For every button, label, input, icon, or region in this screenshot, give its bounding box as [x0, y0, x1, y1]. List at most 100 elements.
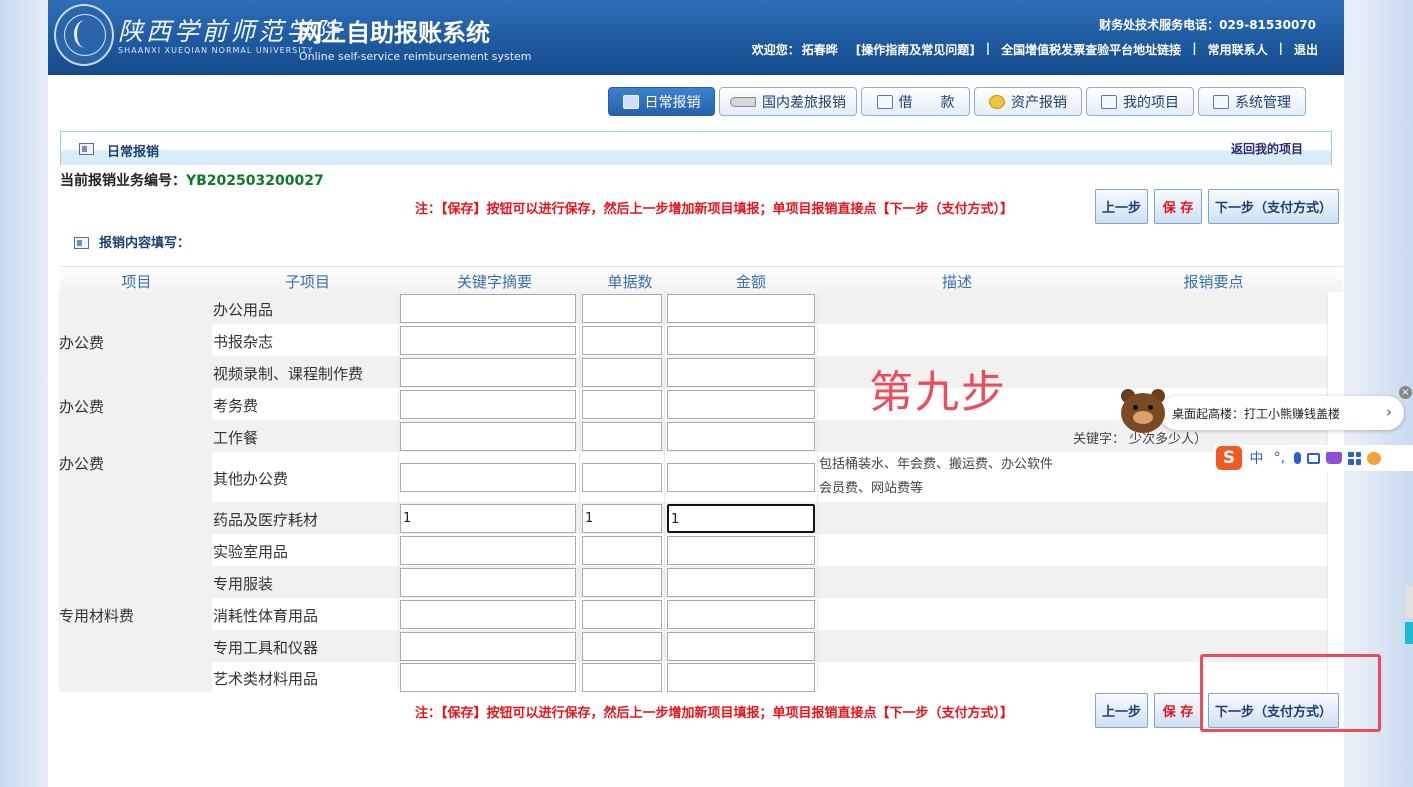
keyword-input[interactable] [400, 567, 576, 597]
ime-punctuation-toggle[interactable]: °, [1271, 450, 1288, 466]
count-input[interactable] [582, 631, 662, 661]
ad-banner[interactable]: 桌面起高楼：打工小熊赚钱盖楼 › [1160, 396, 1404, 430]
business-number-code: YB202503200027 [186, 173, 324, 189]
keyword-input[interactable] [400, 599, 576, 629]
count-input[interactable] [582, 389, 662, 419]
ime-language-toggle[interactable]: 中 [1248, 448, 1265, 468]
sub-item-label: 其他办公费 [213, 469, 289, 488]
keyword-input[interactable] [400, 325, 576, 355]
count-input[interactable] [582, 535, 662, 565]
user-bar: 欢迎您： 拓春晔 [操作指南及常见问题] | 全国增值税发票查验平台地址链接 |… [748, 41, 1322, 58]
column-header: 单据数 [607, 273, 653, 291]
close-icon[interactable]: × [1399, 386, 1412, 399]
category-cell: 办公费 [59, 292, 212, 388]
tab-asset-reimbursement[interactable]: 资产报销 [974, 87, 1082, 116]
prev-step-button[interactable]: 上一步 [1095, 693, 1148, 728]
amount-input[interactable] [667, 325, 815, 355]
emoji-icon[interactable] [1367, 451, 1381, 465]
keyboard-icon[interactable] [1307, 452, 1320, 464]
bear-mascot-icon [1117, 387, 1169, 441]
content-title-label: 报销内容填写： [99, 236, 191, 251]
ad-text: 桌面起高楼：打工小熊赚钱盖楼 [1172, 407, 1341, 421]
column-header: 描述 [941, 273, 972, 291]
content-title: 报销内容填写： [74, 232, 190, 251]
tab-system-management[interactable]: 系统管理 [1198, 87, 1306, 116]
keyword-input[interactable]: 1 [400, 503, 576, 533]
keyword-input[interactable] [400, 662, 576, 692]
amount-input[interactable] [667, 599, 815, 629]
logout-link[interactable]: 退出 [1294, 41, 1318, 58]
microphone-icon[interactable] [1294, 452, 1301, 464]
school-name-en: SHAANXI XUEQIAN NORMAL UNIVERSITY [118, 46, 314, 55]
amount-input[interactable] [667, 535, 815, 565]
category-cell: 办公费 [59, 388, 212, 420]
save-button[interactable]: 保 存 [1154, 189, 1202, 224]
category-label: 办公费 [59, 334, 105, 352]
sub-item-label: 专用工具和仪器 [213, 638, 319, 657]
sub-item-label: 考务费 [213, 396, 259, 415]
column-divider [1327, 292, 1328, 692]
toolbox-icon[interactable] [1348, 451, 1361, 465]
amount-input[interactable] [667, 293, 815, 323]
sub-item-label: 消耗性体育用品 [213, 606, 319, 625]
amount-input[interactable] [667, 462, 815, 492]
guide-link[interactable]: [操作指南及常见问题] [856, 41, 975, 58]
count-input[interactable] [582, 462, 662, 492]
tab-loan[interactable]: 借 款 [861, 87, 970, 116]
count-input[interactable] [582, 567, 662, 597]
scrollbar-thumb[interactable] [1405, 586, 1413, 644]
back-to-my-projects-link[interactable]: 返回我的项目 [1231, 140, 1303, 157]
count-input[interactable] [582, 662, 662, 692]
tab-label: 系统管理 [1235, 94, 1291, 111]
amount-input[interactable] [667, 567, 815, 597]
category-label: 办公费 [59, 455, 105, 473]
sogou-logo-icon[interactable]: S [1216, 446, 1242, 470]
user-name: 拓春晔 [801, 43, 838, 57]
column-header: 关键字摘要 [456, 273, 532, 291]
save-button[interactable]: 保 存 [1154, 693, 1202, 728]
list-icon [1101, 94, 1117, 109]
sub-item-label: 艺术类材料用品 [213, 669, 319, 688]
keyword-input[interactable] [400, 421, 576, 451]
keyword-input[interactable] [400, 389, 576, 419]
business-number: 当前报销业务编号：YB202503200027 [60, 170, 324, 190]
amount-input[interactable] [667, 631, 815, 661]
keyword-input[interactable] [400, 535, 576, 565]
hotline-text: 财务处技术服务电话：029-81530070 [1099, 18, 1316, 32]
save-note: 注：【保存】按钮可以进行保存，然后上一步增加新项目填报；单项目报销直接点【下一步… [415, 706, 1014, 721]
count-input[interactable] [582, 325, 662, 355]
tab-domestic-travel[interactable]: 国内差旅报销 [719, 87, 857, 116]
system-title: 网上自助报账系统 [298, 19, 490, 47]
next-step-button[interactable]: 下一步（支付方式） [1208, 189, 1339, 224]
amount-input[interactable] [667, 421, 815, 451]
amount-input[interactable] [667, 662, 815, 692]
count-input[interactable] [582, 357, 662, 387]
keyword-input[interactable] [400, 462, 576, 492]
loan-icon [876, 94, 893, 109]
invoice-check-link[interactable]: 全国增值税发票查验平台地址链接 [1001, 41, 1181, 58]
count-input[interactable] [582, 293, 662, 323]
sub-item-label: 药品及医疗耗材 [213, 510, 319, 529]
tab-daily-reimbursement[interactable]: 日常报销 [608, 87, 715, 116]
keyword-input[interactable] [400, 357, 576, 387]
amount-input[interactable] [667, 389, 815, 419]
keyword-input[interactable] [400, 293, 576, 323]
amount-input[interactable]: 1 [667, 503, 815, 533]
main-tabs: 日常报销 国内差旅报销 借 款 资产报销 我的项目 系统管理 [608, 87, 1306, 116]
skin-icon[interactable] [1326, 452, 1342, 464]
count-input[interactable] [582, 599, 662, 629]
chevron-right-icon[interactable]: › [1386, 403, 1392, 421]
keyword-input[interactable] [400, 631, 576, 661]
header-banner: 陕西学前师范学院 SHAANXI XUEQIAN NORMAL UNIVERSI… [48, 0, 1344, 75]
sub-item-label: 实验室用品 [213, 542, 289, 561]
count-input[interactable] [582, 421, 662, 451]
tab-my-projects[interactable]: 我的项目 [1086, 87, 1194, 116]
category-cell: 专用材料费 [59, 502, 212, 692]
prev-step-button[interactable]: 上一步 [1095, 189, 1148, 224]
category-label: 专用材料费 [59, 607, 135, 625]
count-input[interactable]: 1 [582, 503, 662, 533]
separator: | [985, 41, 991, 55]
column-divider [817, 292, 818, 692]
contacts-link[interactable]: 常用联系人 [1208, 41, 1268, 58]
amount-input[interactable] [667, 357, 815, 387]
